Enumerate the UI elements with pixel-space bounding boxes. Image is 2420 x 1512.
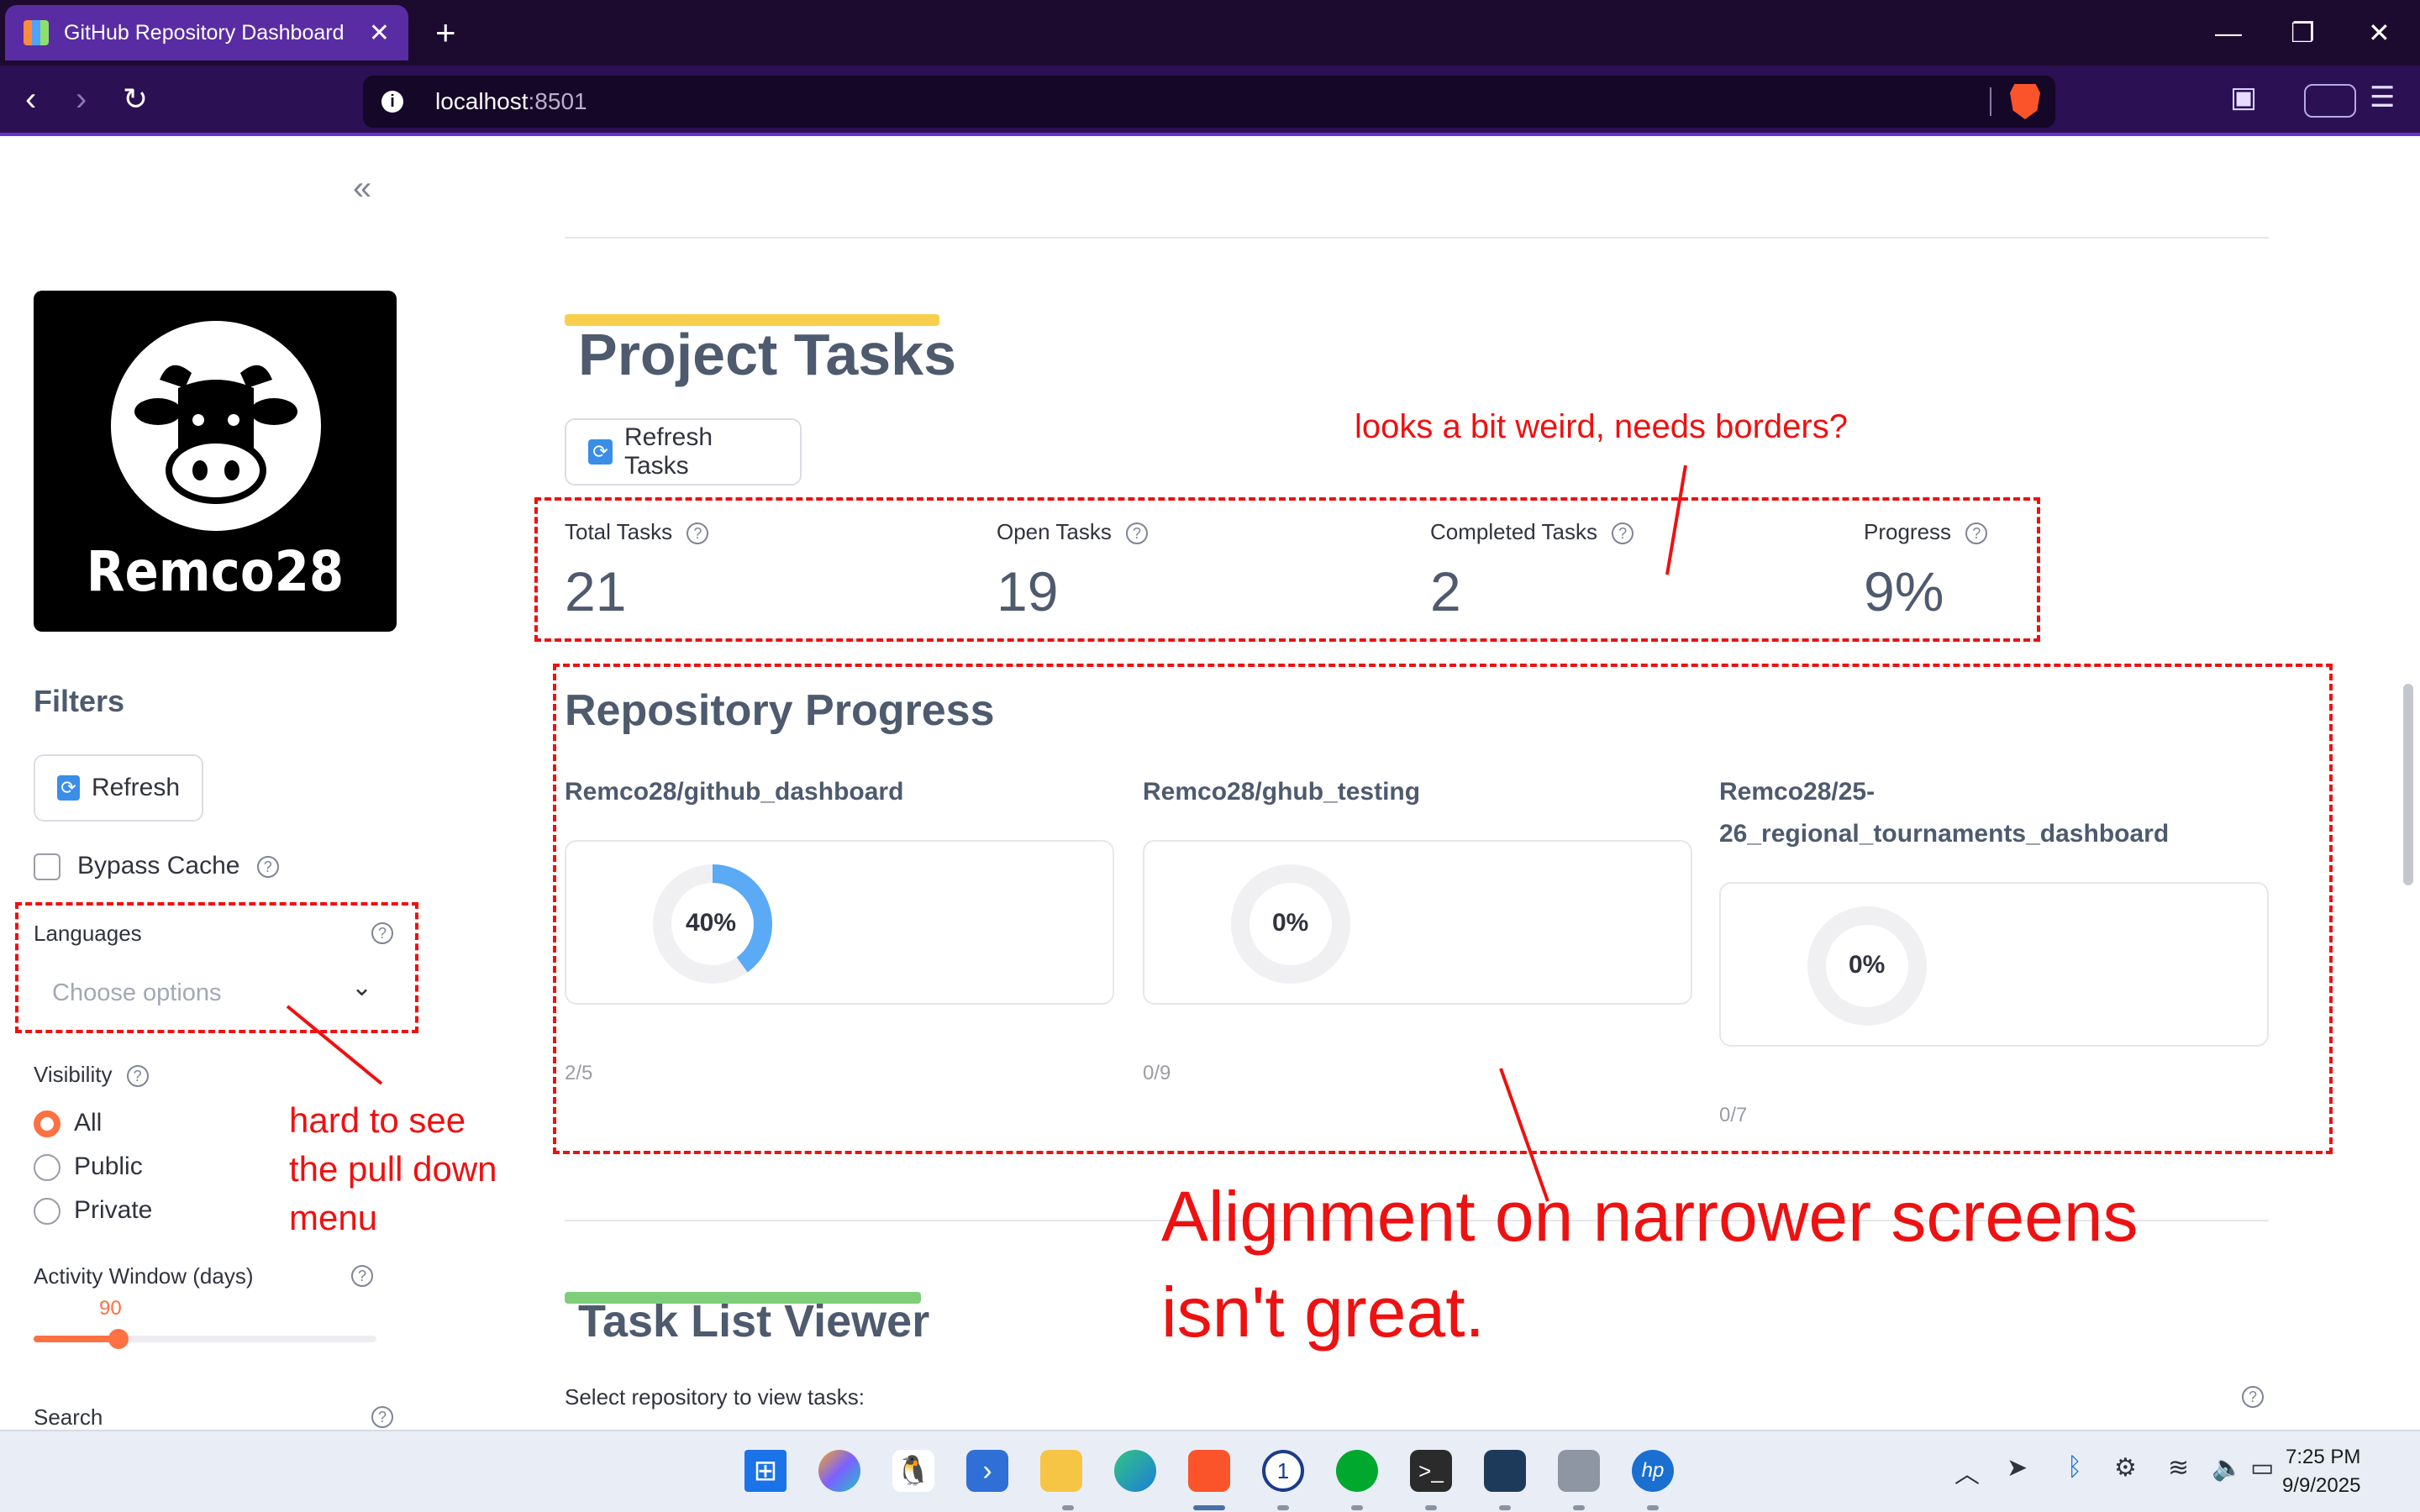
clock-time: 7:25 PM	[2286, 1446, 2361, 1468]
taskbar-running-indicator	[1062, 1505, 1074, 1510]
scrollbar-thumb[interactable]	[2403, 684, 2413, 885]
brave-icon[interactable]	[1188, 1450, 1230, 1492]
tray-overflow-icon[interactable]: ︿	[1954, 1453, 1980, 1490]
annotation-line	[1665, 465, 1687, 575]
copilot-icon[interactable]	[818, 1450, 860, 1492]
telegram-icon[interactable]: ➤	[2007, 1453, 2028, 1483]
hp-icon[interactable]: hp	[1632, 1450, 1674, 1492]
taskbar-running-indicator	[1277, 1505, 1289, 1510]
battery-icon[interactable]: ▭	[2250, 1453, 2274, 1483]
taskbar-active-indicator	[1193, 1505, 1225, 1510]
tray-app-icon[interactable]: ⚙	[2114, 1453, 2137, 1483]
edge-icon[interactable]	[1114, 1450, 1156, 1492]
taskbar-running-indicator	[1425, 1505, 1437, 1510]
linux-penguin-icon[interactable]: 🐧	[892, 1450, 934, 1492]
taskbar-running-indicator	[1351, 1505, 1363, 1510]
windows-start-icon[interactable]: ⊞	[744, 1450, 786, 1492]
page-scrollbar[interactable]	[2395, 139, 2420, 1430]
annotation-line	[1499, 1068, 1549, 1202]
1password-icon[interactable]: 1	[1262, 1450, 1304, 1492]
clock-date: 9/9/2025	[2282, 1474, 2361, 1497]
wifi-icon[interactable]: ≋	[2168, 1453, 2189, 1483]
vm-icon[interactable]	[1558, 1450, 1600, 1492]
volume-icon[interactable]: 🔈	[2212, 1453, 2243, 1483]
annotation-line	[286, 1005, 383, 1085]
terminal-icon[interactable]: >_	[1410, 1450, 1452, 1492]
taskbar-running-indicator	[1647, 1505, 1659, 1510]
annotation-lines	[286, 465, 1687, 1202]
taskbar-running-indicator	[1499, 1505, 1511, 1510]
powershell-icon[interactable]: ›	[966, 1450, 1008, 1492]
app-icon[interactable]	[1484, 1450, 1526, 1492]
system-clock[interactable]: 7:25 PM 9/9/2025	[2282, 1443, 2360, 1500]
taskbar-running-indicator	[1573, 1505, 1585, 1510]
windows-taskbar: ⊞ 🐧 › 1 >_ hp ︿ ➤ ᛒ ⚙ ≋ 🔈 ▭ 7:25 PM 9/9/…	[0, 1430, 2420, 1512]
bluetooth-icon[interactable]: ᛒ	[2067, 1453, 2082, 1482]
file-explorer-icon[interactable]	[1040, 1450, 1082, 1492]
evernote-icon[interactable]	[1336, 1450, 1378, 1492]
